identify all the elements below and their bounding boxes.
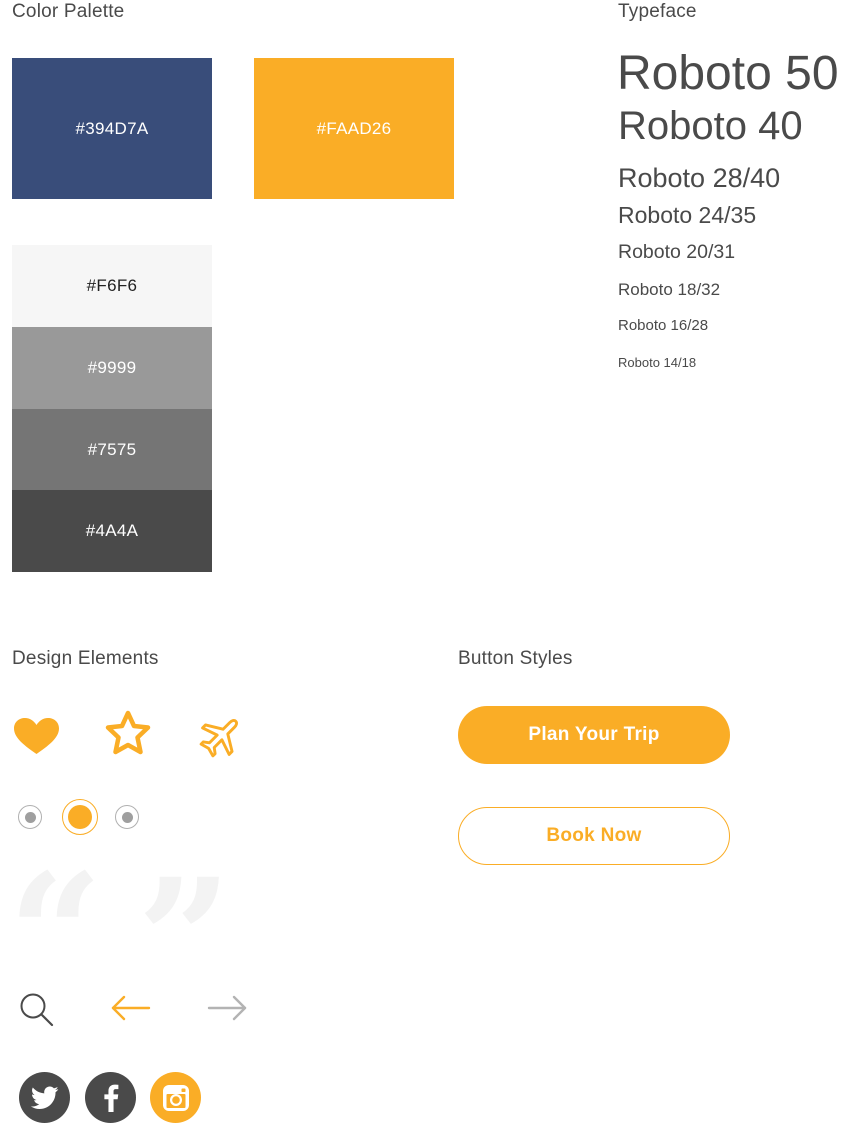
facebook-button[interactable]: [85, 1072, 136, 1123]
type-sample-20: Roboto 20/31: [618, 241, 736, 263]
type-sample-14: Roboto 14/18: [618, 355, 697, 370]
facebook-icon: [103, 1084, 118, 1112]
radio-dot: [24, 811, 36, 823]
radio-dot: [121, 811, 133, 823]
button-styles-heading: Button Styles: [458, 648, 573, 669]
twitter-button[interactable]: [19, 1072, 70, 1123]
book-now-button[interactable]: Book Now: [458, 807, 730, 865]
type-sample-28: Roboto 28/40: [618, 163, 781, 193]
plan-your-trip-button[interactable]: Plan Your Trip: [458, 706, 730, 764]
search-icon[interactable]: [18, 991, 56, 1029]
type-sample-40: Roboto 40: [618, 104, 803, 148]
color-palette-heading: Color Palette: [12, 1, 125, 22]
radio-unselected-1[interactable]: [18, 805, 42, 829]
gray-swatch-7575: #7575: [12, 409, 212, 490]
heart-icon[interactable]: [13, 717, 60, 755]
gray-swatch-4a4a: #4A4A: [12, 490, 212, 572]
gray-hex-4a4a: #4A4A: [85, 521, 139, 540]
star-icon[interactable]: [104, 710, 152, 756]
typeface-heading: Typeface: [618, 1, 697, 22]
accent-color-swatch: #FAAD26: [254, 58, 454, 199]
design-elements-heading: Design Elements: [12, 648, 159, 669]
twitter-icon: [30, 1085, 58, 1109]
arrow-right-icon[interactable]: [206, 995, 248, 1021]
radio-selected[interactable]: [62, 799, 98, 835]
arrow-left-icon[interactable]: [110, 995, 152, 1021]
type-sample-50: Roboto 50: [617, 47, 839, 100]
primary-color-hex: #394D7A: [75, 118, 149, 138]
radio-unselected-2[interactable]: [115, 805, 139, 829]
airplane-icon[interactable]: [196, 711, 246, 761]
gray-hex-9999: #9999: [87, 358, 137, 377]
accent-color-hex: #FAAD26: [316, 118, 392, 138]
gray-swatch-f6f6: #F6F6: [12, 245, 212, 327]
primary-color-swatch: #394D7A: [12, 58, 212, 199]
gray-hex-7575: #7575: [87, 439, 137, 459]
gray-swatch-9999: #9999: [12, 327, 212, 409]
gray-hex-f6f6: #F6F6: [86, 276, 138, 295]
instagram-button[interactable]: [150, 1072, 201, 1123]
instagram-icon: [162, 1084, 189, 1111]
type-sample-16: Roboto 16/28: [618, 317, 709, 334]
radio-dot: [68, 805, 92, 829]
type-sample-24: Roboto 24/35: [618, 202, 757, 228]
type-sample-18: Roboto 18/32: [618, 280, 721, 299]
